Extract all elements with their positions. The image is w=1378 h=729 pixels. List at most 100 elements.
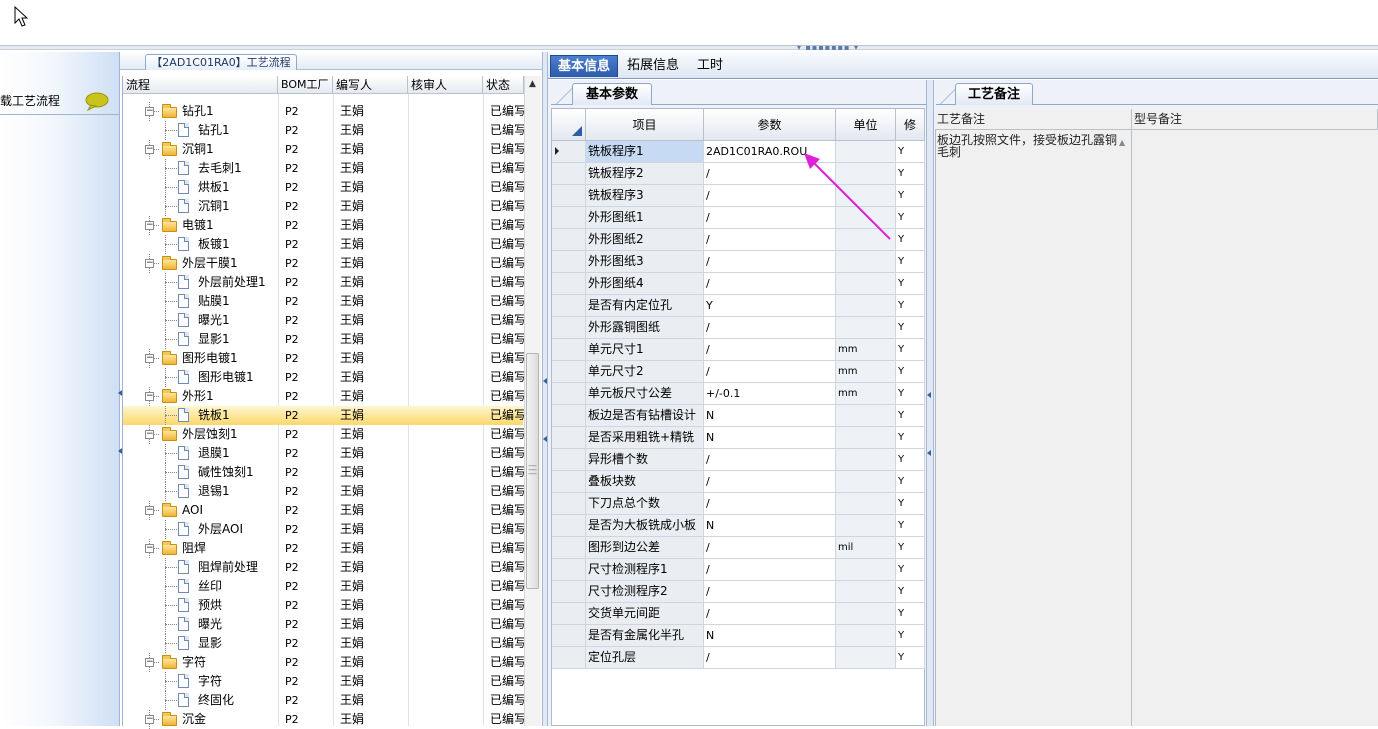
tree-row[interactable]: 显影 P2 王娟 已编写 [123,634,524,653]
tree-row[interactable]: − AOI P2 王娟 已编写 [123,501,524,520]
params-row[interactable]: 单元尺寸1/mm Y [552,339,925,361]
collapse-icon[interactable] [927,392,931,398]
collapse-icon[interactable] [543,378,547,384]
params-row[interactable]: 图形到边公差 / mil Y [552,537,925,559]
notes-col-header-process[interactable]: 工艺备注 [935,109,1132,130]
params-row[interactable]: 异形槽个数 / Y [552,449,925,471]
collapse-icon[interactable] [543,436,547,442]
params-row[interactable]: 尺寸检测程序1/ Y [552,559,925,581]
params-row[interactable]: 单元尺寸2/mm Y [552,361,925,383]
scroll-up-icon[interactable]: ▲ [524,76,541,93]
tree-row[interactable]: 阻焊前处理 P2 王娟 已编写 [123,558,524,577]
tree-row[interactable]: 碱性蚀刻1 P2 王娟 已编写 [123,463,524,482]
param-value-cell[interactable]: N [704,515,836,537]
tree-row[interactable]: 退锡1 P2 王娟 已编写 [123,482,524,501]
row-indicator[interactable] [552,449,586,471]
params-col-header-item[interactable]: 项目 [586,109,704,141]
tree-row[interactable]: 字符 P2 王娟 已编写 [123,672,524,691]
tree-row[interactable]: 沉铜1 P2 王娟 已编写 [123,197,524,216]
row-indicator[interactable] [552,647,586,669]
params-col-header-mod[interactable]: 修 [896,109,925,141]
collapse-node-icon[interactable]: − [145,354,154,363]
row-indicator[interactable] [552,559,586,581]
param-value-cell[interactable]: N [704,405,836,427]
tree-col-header-status[interactable]: 状态 [483,76,524,94]
row-indicator[interactable] [552,163,586,185]
params-row[interactable]: 外形图纸3/ Y [552,251,925,273]
tree-row[interactable]: 退膜1 P2 王娟 已编写 [123,444,524,463]
row-indicator[interactable] [552,207,586,229]
params-col-header-unit[interactable]: 单位 [836,109,896,141]
tab-extended-info[interactable]: 拓展信息 [620,55,686,77]
collapse-node-icon[interactable]: − [145,506,154,515]
splitter-grip-icon[interactable]: ▾ ▪▪▪▪▪▪▪ ▾ [796,44,860,52]
params-col-header-param[interactable]: 参数 [704,109,836,141]
row-indicator[interactable] [552,295,586,317]
collapse-node-icon[interactable]: − [145,107,154,116]
tree-row[interactable]: − 外形1 P2 王娟 已编写 [123,387,524,406]
collapse-node-icon[interactable]: − [145,544,154,553]
collapse-node-icon[interactable]: − [145,658,154,667]
flow-tab-title[interactable]: 【2AD1C01RA0】工艺流程 [145,54,297,70]
row-indicator[interactable] [552,383,586,405]
param-value-cell[interactable]: / [704,603,836,625]
tree-row[interactable]: 贴膜1 P2 王娟 已编写 [123,292,524,311]
tab-work-hours[interactable]: 工时 [690,55,730,77]
params-row[interactable]: 叠板块数 / Y [552,471,925,493]
collapse-node-icon[interactable]: − [145,221,154,230]
param-value-cell[interactable]: Y [704,295,836,317]
params-row[interactable]: 是否有内定位孔 Y Y [552,295,925,317]
param-value-cell[interactable]: +/-0.1 [704,383,836,405]
tree-row[interactable]: 终固化 P2 王娟 已编写 [123,691,524,710]
tree-row[interactable]: 外层前处理1 P2 王娟 已编写 [123,273,524,292]
row-indicator[interactable] [552,361,586,383]
tree-row[interactable]: − 钻孔1 P2 王娟 已编写 [123,102,524,121]
collapse-node-icon[interactable]: − [145,430,154,439]
tree-row[interactable]: 去毛刺1 P2 王娟 已编写 [123,159,524,178]
vertical-splitter-right[interactable] [926,80,934,726]
collapse-node-icon[interactable]: − [145,145,154,154]
tree-row[interactable]: − 字符 P2 王娟 已编写 [123,653,524,672]
row-indicator[interactable] [552,405,586,427]
param-value-cell[interactable]: / [704,581,836,603]
param-value-cell[interactable]: / [704,647,836,669]
select-all-icon[interactable] [572,126,582,136]
param-value-cell[interactable]: / [704,251,836,273]
param-value-cell[interactable]: / [704,537,836,559]
tree-col-header-bom[interactable]: BOM工厂 [278,76,333,94]
params-row[interactable]: 是否为大板铣成小板 N Y [552,515,925,537]
params-header-corner[interactable] [552,109,586,141]
params-row[interactable]: 单元板尺寸公差 +/-0.1 mm Y [552,383,925,405]
tree-row[interactable]: 钻孔1 P2 王娟 已编写 [123,121,524,140]
tab-process-notes[interactable]: 工艺备注 [955,83,1033,105]
tree-row[interactable]: − 电镀1 P2 王娟 已编写 [123,216,524,235]
tree-row[interactable]: 烘板1 P2 王娟 已编写 [123,178,524,197]
row-indicator[interactable] [552,581,586,603]
params-row[interactable]: 外形图纸4/ Y [552,273,925,295]
collapse-node-icon[interactable]: − [145,715,154,724]
row-indicator[interactable] [552,251,586,273]
params-row[interactable]: 定位孔层 / Y [552,647,925,669]
collapse-icon[interactable] [927,450,931,456]
scroll-up-icon[interactable]: ▲ [1119,138,1125,147]
row-indicator[interactable] [552,493,586,515]
row-indicator[interactable] [552,515,586,537]
params-row[interactable]: 下刀点总个数 / Y [552,493,925,515]
tree-row[interactable]: − 外层干膜1 P2 王娟 已编写 [123,254,524,273]
tree-col-header-reviewer[interactable]: 核审人 [408,76,483,94]
process-note-text[interactable]: 板边孔按照文件，接受板边孔露铜毛刺 [937,134,1117,158]
tree-row[interactable]: − 沉铜1 P2 王娟 已编写 [123,140,524,159]
row-indicator[interactable] [552,339,586,361]
tree-row[interactable]: 显影1 P2 王娟 已编写 [123,330,524,349]
param-value-cell[interactable]: / [704,559,836,581]
tree-col-header-writer[interactable]: 编写人 [333,76,408,94]
param-value-cell[interactable]: / [704,471,836,493]
tree-row[interactable]: 丝印 P2 王娟 已编写 [123,577,524,596]
tree-row[interactable]: 预烘 P2 王娟 已编写 [123,596,524,615]
horizontal-splitter[interactable] [0,45,1378,50]
param-value-cell[interactable]: / [704,361,836,383]
param-value-cell[interactable]: / [704,273,836,295]
tree-row[interactable]: 外层AOI P2 王娟 已编写 [123,520,524,539]
row-indicator[interactable] [552,229,586,251]
param-value-cell[interactable]: / [704,339,836,361]
